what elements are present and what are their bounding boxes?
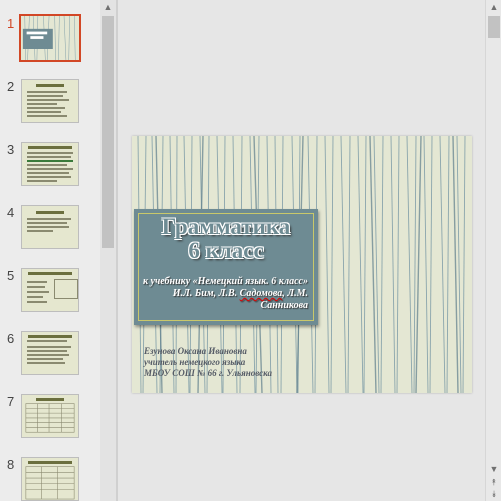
subtitle-spellcheck-word: Садомова	[239, 288, 283, 299]
thumbnail-number: 5	[7, 268, 15, 283]
author-position: учитель немецкого языка	[144, 357, 246, 367]
thumbnail-image	[21, 205, 79, 249]
slide-editing-area: Грамматика 6 класс к учебнику «Немецкий …	[118, 0, 485, 501]
thumbnail-slide-3[interactable]: 3	[0, 142, 100, 192]
next-slide-icon[interactable]: ⯯	[486, 487, 501, 501]
thumbnail-image	[21, 457, 79, 501]
thumbnail-number: 8	[7, 457, 15, 472]
thumbnail-slide-4[interactable]: 4	[0, 205, 100, 255]
scrollbar-thumb[interactable]	[102, 16, 114, 248]
thumbnail-image	[21, 142, 79, 186]
thumbnail-number: 4	[7, 205, 15, 220]
author-school: МБОУ СОШ № 66 г. Ульяновска	[144, 368, 272, 378]
slide-subtitle[interactable]: к учебнику «Немецкий язык. 6 класс» И.Л.…	[138, 276, 308, 312]
author-name: Езунова Оксана Ивановна	[144, 346, 247, 356]
thumbnail-number: 1	[7, 16, 15, 31]
thumbnail-image	[21, 268, 79, 312]
thumbnail-image	[21, 394, 79, 438]
scroll-down-arrow-icon[interactable]: ▼	[486, 462, 501, 476]
title-line-1: Грамматика	[161, 214, 291, 239]
thumbnail-slide-6[interactable]: 6	[0, 331, 100, 381]
thumbnail-number: 2	[7, 79, 15, 94]
slide-title[interactable]: Грамматика 6 класс	[140, 215, 312, 263]
main-scrollbar[interactable]: ▲ ▼ ⯭ ⯯	[485, 0, 501, 501]
thumbnail-slide-2[interactable]: 2	[0, 79, 100, 129]
title-line-2: 6 класс	[188, 238, 264, 263]
thumbnail-image	[19, 14, 81, 62]
scroll-up-arrow-icon[interactable]: ▲	[486, 0, 501, 14]
author-block[interactable]: Езунова Оксана Ивановна учитель немецког…	[144, 346, 384, 379]
title-box[interactable]: Грамматика 6 класс к учебнику «Немецкий …	[134, 209, 318, 325]
thumbnail-slide-1[interactable]: 1	[0, 14, 100, 66]
thumbnail-scrollbar[interactable]: ▲	[100, 0, 116, 501]
thumbnail-number: 6	[7, 331, 15, 346]
thumbnail-image	[21, 79, 79, 123]
thumbnail-slide-7[interactable]: 7	[0, 394, 100, 444]
scroll-up-arrow-icon[interactable]: ▲	[100, 0, 116, 14]
current-slide[interactable]: Грамматика 6 класс к учебнику «Немецкий …	[132, 136, 472, 393]
thumbnail-image	[21, 331, 79, 375]
thumbnail-slide-8[interactable]: 8	[0, 457, 100, 501]
thumbnail-number: 7	[7, 394, 15, 409]
thumbnail-slide-5[interactable]: 5	[0, 268, 100, 318]
thumbnail-number: 3	[7, 142, 15, 157]
scrollbar-thumb[interactable]	[488, 16, 500, 38]
